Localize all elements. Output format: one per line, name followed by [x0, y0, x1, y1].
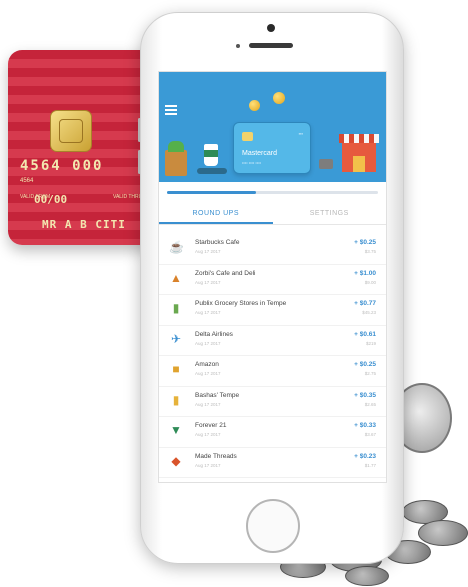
card-number: 4564 000 [20, 158, 104, 174]
roundup-progress-fill [167, 191, 256, 194]
transaction-row[interactable]: ▼ Forever 21 Aug 17 2017 + $0.33 $3.67 [159, 417, 386, 448]
tab-bar: ROUND UPS SETTINGS [159, 202, 386, 225]
transaction-merchant: Publix Grocery Stores in Tempe [195, 300, 287, 307]
card-sub-number: 4564 [20, 178, 34, 184]
tab-round-ups[interactable]: ROUND UPS [159, 202, 273, 224]
transaction-roundup-amount: + $0.23 [354, 452, 376, 460]
transaction-roundup-amount: + $0.25 [354, 239, 376, 246]
store-icon [339, 134, 379, 172]
transaction-date: Aug 17 2017 [195, 401, 221, 407]
grocery-bag-icon [165, 141, 187, 176]
transaction-total: $219 [365, 340, 376, 346]
transaction-date: Aug 17 2017 [195, 462, 221, 468]
card-valid-date: 00/00 [34, 193, 68, 206]
coffee-cup-icon [204, 144, 218, 166]
shirt-icon: ▼ [170, 423, 182, 437]
linked-card-title: Mastercard [242, 150, 278, 157]
transaction-roundup-amount: + $1.00 [354, 269, 376, 277]
transaction-total: $9.00 [364, 279, 376, 285]
transaction-row[interactable]: ■ Amazon Aug 17 2017 + $0.25 $2.75 [159, 356, 386, 387]
card-chip-icon [50, 110, 92, 152]
package-icon: ■ [172, 362, 180, 376]
transaction-roundup-amount: + $0.33 [354, 422, 376, 429]
transaction-merchant: Bashas' Tempe [195, 391, 240, 399]
coin [418, 520, 468, 546]
transaction-merchant: Starbucks Cafe [195, 239, 240, 246]
transaction-date: Aug 17 2017 [195, 432, 221, 437]
sensor-icon [236, 44, 240, 48]
transaction-date: Aug 17 2017 [195, 371, 221, 376]
coin-icon [273, 92, 285, 104]
linked-card-digits: •••• •••• •••• [242, 160, 262, 165]
transaction-total: $45.23 [362, 310, 376, 315]
transaction-date: Aug 17 2017 [195, 340, 221, 346]
transaction-date: Aug 17 2017 [195, 279, 221, 285]
app-header: ▪▪▪ Mastercard •••• •••• •••• [159, 72, 386, 182]
chip-icon [242, 132, 253, 141]
transaction-list: ☕ Starbucks Cafe Aug 17 2017 + $0.25 $3.75 ▲ Z… [159, 234, 386, 478]
camera-icon [267, 24, 275, 32]
coin [345, 566, 389, 586]
linked-card[interactable]: ▪▪▪ Mastercard •••• •••• •••• [233, 122, 311, 174]
transaction-roundup-amount: + $0.35 [354, 391, 376, 399]
card-holder-name: MR A B CITI [42, 218, 126, 231]
transaction-row[interactable]: ◆ Made Threads Aug 17 2017 + $0.23 $1.77 [159, 448, 386, 478]
transaction-roundup-amount: + $0.25 [354, 361, 376, 368]
transaction-row[interactable]: ▮ Publix Grocery Stores in Tempe Aug 17 20… [159, 295, 386, 326]
transaction-roundup-amount: + $0.61 [354, 330, 376, 338]
transaction-total: $3.67 [364, 432, 376, 437]
transaction-merchant: Forever 21 [195, 422, 227, 429]
transaction-roundup-amount: + $0.77 [354, 300, 376, 307]
phone-screen: ▪▪▪ Mastercard •••• •••• •••• ROUND UPS … [158, 71, 387, 483]
transaction-total: $3.75 [364, 249, 376, 254]
cart-icon [319, 159, 333, 169]
food-icon: ▲ [170, 270, 182, 285]
transaction-row[interactable]: ☕ Starbucks Cafe Aug 17 2017 + $0.25 $3.75 [159, 234, 386, 265]
transaction-date: Aug 17 2017 [195, 249, 221, 254]
menu-icon[interactable] [165, 105, 177, 115]
grocery-icon: ▮ [172, 301, 180, 315]
shopping-icon: ▮ [172, 392, 180, 407]
scooter-icon [197, 168, 227, 174]
transaction-merchant: Delta Airlines [195, 330, 233, 338]
roundup-progress-bar [167, 191, 378, 194]
transaction-date: Aug 17 2017 [195, 310, 221, 315]
transaction-merchant: Zorbi's Cafe and Deli [195, 269, 256, 277]
plane-icon: ✈ [170, 331, 182, 346]
card-corner-text: ▪▪▪ [298, 131, 303, 136]
transaction-merchant: Amazon [195, 361, 219, 368]
coin-icon [249, 100, 260, 111]
transaction-total: $1.77 [364, 462, 376, 468]
coffee-icon: ☕ [169, 240, 184, 254]
card-valid-thru-label: VALID THRU [113, 194, 143, 200]
transaction-total: $2.75 [364, 371, 376, 376]
transaction-row[interactable]: ▮ Bashas' Tempe Aug 17 2017 + $0.35 $2.65 [159, 387, 386, 417]
pizza-icon: ◆ [171, 453, 181, 468]
transaction-total: $2.65 [364, 401, 376, 407]
transaction-row[interactable]: ✈ Delta Airlines Aug 17 2017 + $0.61 $219 [159, 326, 386, 356]
home-button[interactable] [246, 499, 300, 553]
transaction-merchant: Made Threads [195, 452, 237, 460]
speaker-grille [249, 43, 293, 48]
transaction-row[interactable]: ▲ Zorbi's Cafe and Deli Aug 17 2017 + $1.00… [159, 265, 386, 295]
tab-settings[interactable]: SETTINGS [273, 202, 387, 224]
